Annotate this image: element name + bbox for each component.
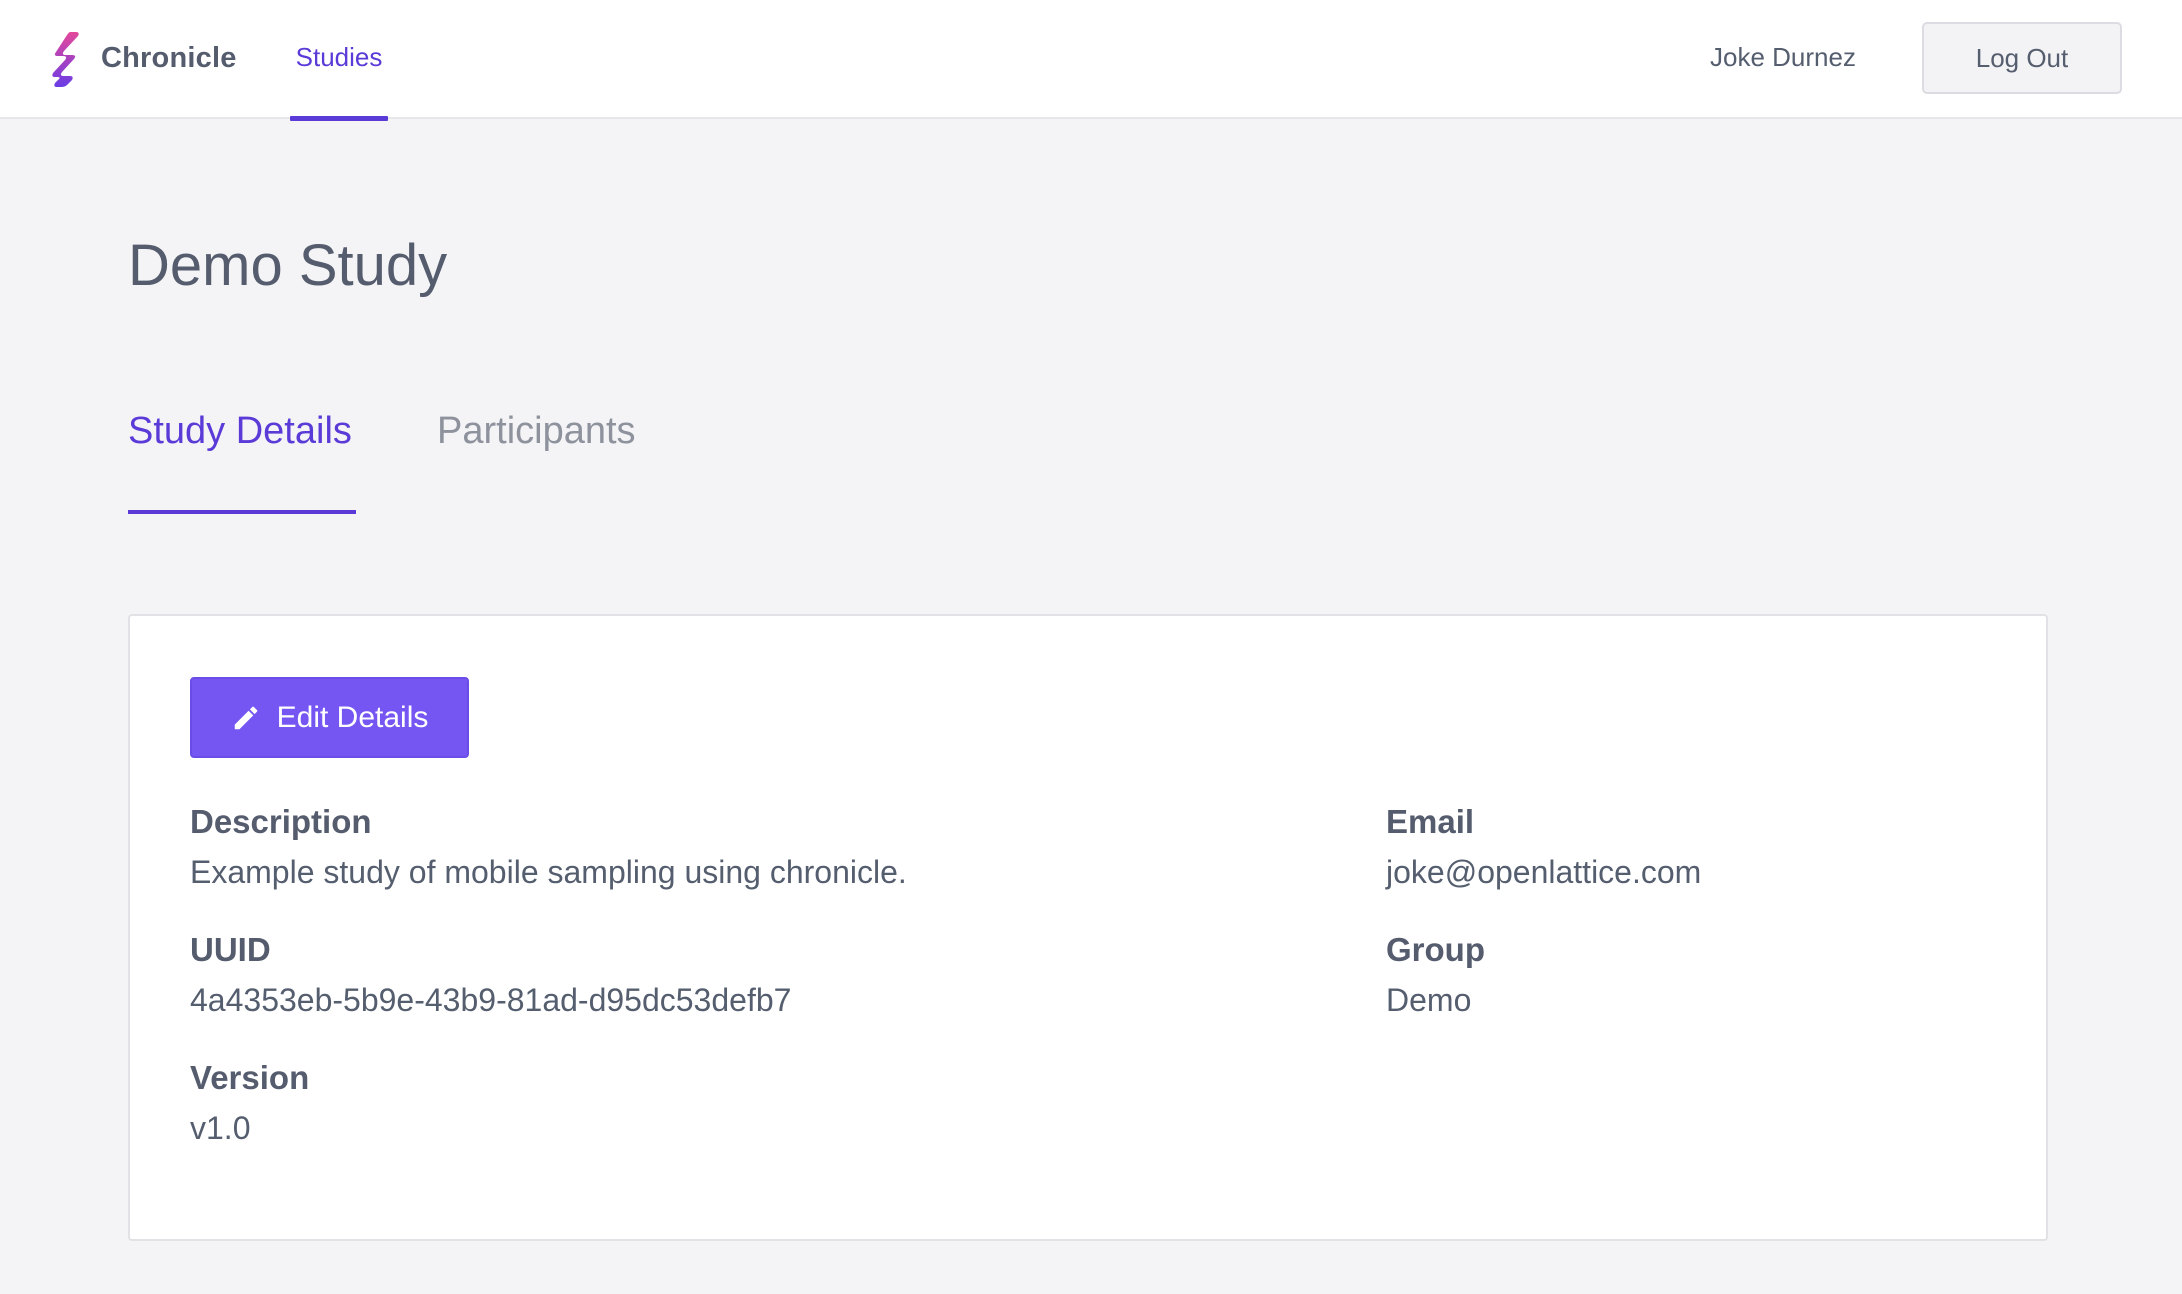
email-label: Email <box>1386 803 1475 840</box>
group-field: Group Demo <box>1386 928 1485 1022</box>
group-label: Group <box>1386 931 1485 968</box>
tab-study-details-label: Study Details <box>128 410 352 452</box>
version-label: Version <box>190 1059 310 1096</box>
uuid-value: 4a4353eb-5b9e-43b9-81ad-d95dc53defb7 <box>190 982 792 1018</box>
uuid-label: UUID <box>190 931 271 968</box>
edit-details-label: Edit Details <box>276 700 429 734</box>
logout-button[interactable]: Log Out <box>1922 22 2122 94</box>
version-value: v1.0 <box>190 1110 251 1146</box>
pencil-icon <box>234 706 257 729</box>
tab-study-details[interactable]: Study Details <box>128 410 356 514</box>
email-value: joke@openlattice.com <box>1386 854 1702 890</box>
brand-name: Chronicle <box>101 41 237 74</box>
nav-studies[interactable]: Studies <box>290 0 388 121</box>
group-value: Demo <box>1386 982 1472 1018</box>
app-header: Chronicle Studies Joke Durnez Log Out <box>0 0 2182 121</box>
chronicle-logo-icon <box>52 32 79 87</box>
tab-active-indicator <box>128 510 356 514</box>
email-field: Email joke@openlattice.com <box>1386 800 1701 894</box>
description-field: Description Example study of mobile samp… <box>190 800 907 894</box>
nav-studies-label: Studies <box>295 42 383 72</box>
page-title: Demo Study <box>128 233 448 298</box>
brand[interactable]: Chronicle <box>50 28 237 88</box>
description-value: Example study of mobile sampling using c… <box>190 854 907 890</box>
edit-details-button[interactable]: Edit Details <box>190 677 469 758</box>
uuid-field: UUID 4a4353eb-5b9e-43b9-81ad-d95dc53defb… <box>190 928 791 1022</box>
version-field: Version v1.0 <box>190 1056 309 1150</box>
study-details-card: Edit Details Description Example study o… <box>128 614 2048 1241</box>
tab-participants-label: Participants <box>437 410 636 452</box>
nav-active-indicator <box>290 116 388 121</box>
description-label: Description <box>190 803 372 840</box>
tab-participants[interactable]: Participants <box>437 410 643 514</box>
user-name: Joke Durnez <box>1710 42 1856 72</box>
